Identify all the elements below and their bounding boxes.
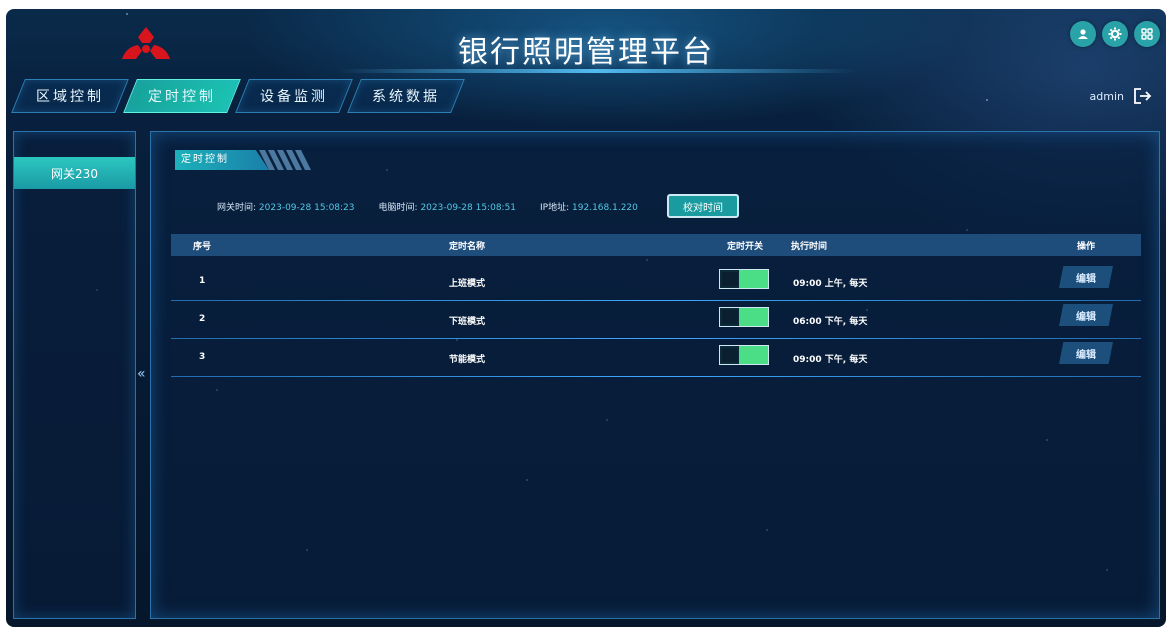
- main-nav: 区域控制 定时控制 设备监测 系统数据: [11, 79, 465, 113]
- user-icon[interactable]: [1070, 21, 1096, 47]
- edit-button[interactable]: 编辑: [1059, 342, 1113, 364]
- nav-tab-system-data[interactable]: 系统数据: [347, 79, 465, 113]
- ip-label: IP地址:: [540, 203, 570, 213]
- row-time: 09:00 上午, 每天: [793, 279, 868, 289]
- row-name: 节能模式: [449, 355, 486, 365]
- timer-table: 序号 定时名称 定时开关 执行时间 操作 1 上班模式 09:00 上午, 每天…: [171, 234, 1141, 377]
- section-title-stripes: [259, 150, 311, 170]
- row-time: 09:00 下午, 每天: [793, 355, 868, 365]
- row-index: 2: [199, 314, 206, 324]
- col-header-switch: 定时开关: [727, 242, 764, 252]
- nav-tab-timer-control[interactable]: 定时控制: [123, 79, 241, 113]
- col-header-action: 操作: [1077, 242, 1096, 252]
- time-info-row: 网关时间: 2023-09-28 15:08:23 电脑时间: 2023-09-…: [217, 200, 638, 213]
- collapse-sidebar-icon[interactable]: «: [137, 366, 146, 382]
- logout-icon[interactable]: [1132, 87, 1152, 105]
- col-header-index: 序号: [193, 242, 212, 252]
- pc-time: 电脑时间: 2023-09-28 15:08:51: [379, 200, 517, 213]
- nav-tab-area-control[interactable]: 区域控制: [11, 79, 129, 113]
- ip-value: 192.168.1.220: [572, 203, 638, 213]
- ip-address: IP地址: 192.168.1.220: [540, 200, 638, 213]
- timer-switch[interactable]: [719, 307, 769, 327]
- row-index: 3: [199, 352, 206, 362]
- username: admin: [1089, 89, 1124, 103]
- nav-tab-label: 设备监测: [260, 89, 328, 105]
- row-index: 1: [199, 276, 206, 286]
- user-area: admin: [1090, 87, 1152, 105]
- table-row: 2 下班模式 06:00 下午, 每天 编辑: [171, 302, 1141, 339]
- col-header-time: 执行时间: [791, 242, 828, 252]
- main-panel: 定时控制 网关时间: 2023-09-28 15:08:23 电脑时间: 202…: [150, 131, 1160, 619]
- nav-tab-label: 定时控制: [148, 89, 216, 105]
- row-name: 下班模式: [449, 317, 486, 327]
- table-row: 1 上班模式 09:00 上午, 每天 编辑: [171, 264, 1141, 301]
- section-title: 定时控制: [175, 150, 269, 170]
- row-time: 06:00 下午, 每天: [793, 317, 868, 327]
- sidebar: 网关230: [13, 131, 136, 619]
- gear-icon[interactable]: [1102, 21, 1128, 47]
- timer-switch[interactable]: [719, 345, 769, 365]
- nav-tab-device-monitor[interactable]: 设备监测: [235, 79, 353, 113]
- header: 银行照明管理平台 admin 区域控制 定时控制 设备监测 系统数据: [6, 9, 1166, 129]
- sync-time-button[interactable]: 校对时间: [667, 194, 739, 218]
- apps-grid-icon[interactable]: [1134, 21, 1160, 47]
- app-window: 银行照明管理平台 admin 区域控制 定时控制 设备监测 系统数据 网关230…: [6, 9, 1166, 627]
- gateway-time-value: 2023-09-28 15:08:23: [258, 203, 355, 213]
- title-underline-glow: [336, 69, 856, 73]
- pc-time-value: 2023-09-28 15:08:51: [420, 203, 517, 213]
- edit-button[interactable]: 编辑: [1059, 266, 1113, 288]
- gateway-time-label: 网关时间:: [217, 203, 257, 213]
- edit-button[interactable]: 编辑: [1059, 304, 1113, 326]
- top-icon-bar: [1070, 21, 1160, 47]
- nav-tab-label: 区域控制: [36, 89, 104, 105]
- nav-tab-label: 系统数据: [372, 89, 440, 105]
- sidebar-item-gateway[interactable]: 网关230: [14, 157, 135, 189]
- pc-time-label: 电脑时间:: [378, 203, 418, 213]
- row-name: 上班模式: [449, 279, 486, 289]
- table-header: 序号 定时名称 定时开关 执行时间 操作: [171, 234, 1141, 256]
- timer-switch[interactable]: [719, 269, 769, 289]
- gateway-time: 网关时间: 2023-09-28 15:08:23: [217, 200, 355, 213]
- page-title: 银行照明管理平台: [458, 35, 714, 70]
- table-row: 3 节能模式 09:00 下午, 每天 编辑: [171, 340, 1141, 377]
- col-header-name: 定时名称: [449, 242, 486, 252]
